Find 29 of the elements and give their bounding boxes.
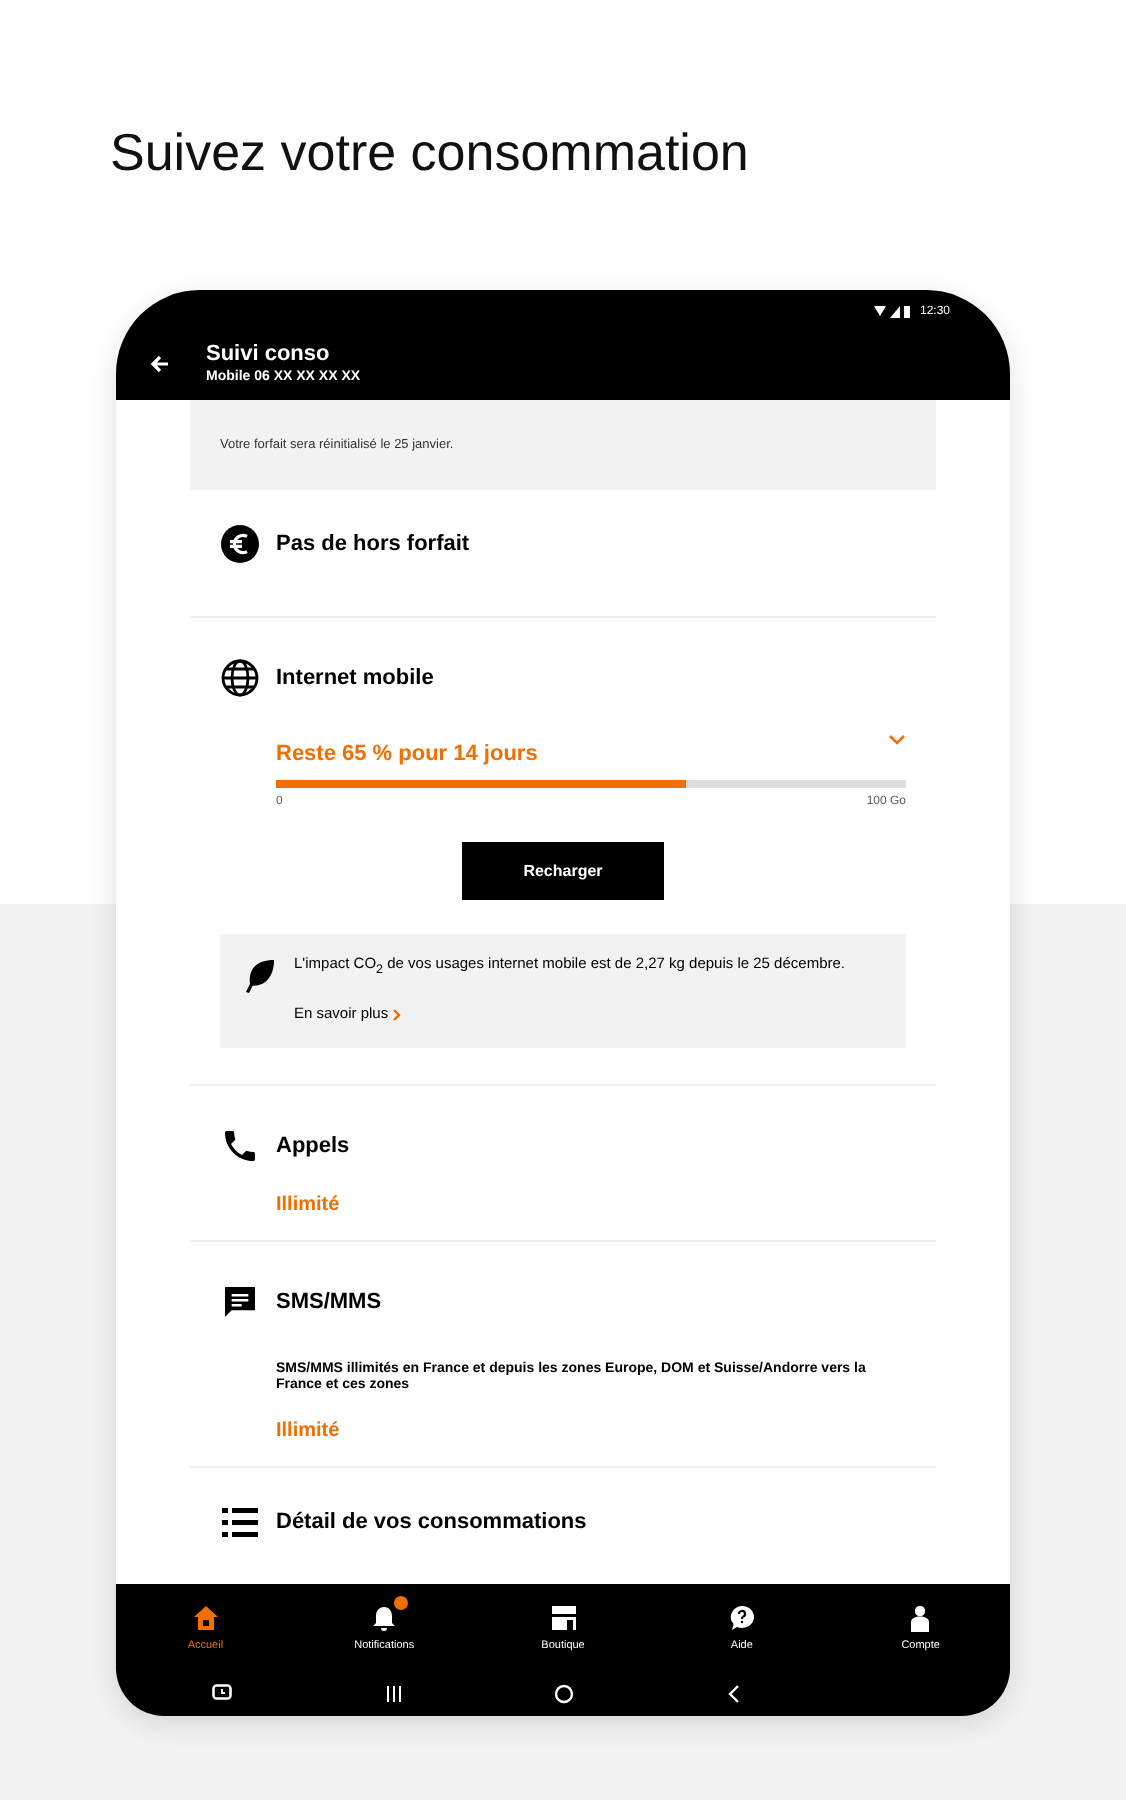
chevron-right-icon bbox=[392, 1007, 403, 1021]
section-title: Détail de vos consommations bbox=[276, 1509, 587, 1533]
section-title: Internet mobile bbox=[276, 666, 434, 690]
person-icon bbox=[906, 1603, 935, 1631]
page-headline: Suivez votre consommation bbox=[110, 120, 749, 184]
home-icon bbox=[191, 1603, 220, 1631]
screen-icon[interactable] bbox=[212, 1684, 233, 1702]
help-icon bbox=[727, 1603, 756, 1631]
section-title: Pas de hors forfait bbox=[276, 532, 470, 556]
recent-apps-icon[interactable] bbox=[385, 1685, 402, 1701]
status-text: Illimité bbox=[276, 1419, 340, 1441]
chevron-down-icon[interactable] bbox=[888, 734, 906, 746]
back-arrow-icon[interactable] bbox=[150, 353, 170, 373]
globe-icon bbox=[220, 658, 260, 698]
screen-title: Suivi conso bbox=[206, 342, 332, 366]
home-circle-icon[interactable] bbox=[554, 1683, 575, 1703]
signal-status-icons bbox=[873, 305, 914, 317]
message-icon bbox=[220, 1281, 260, 1321]
status-text: Illimité bbox=[276, 1193, 340, 1215]
shop-icon bbox=[549, 1603, 578, 1631]
phone-icon bbox=[220, 1125, 260, 1165]
back-icon[interactable] bbox=[728, 1683, 741, 1703]
bell-icon bbox=[370, 1603, 399, 1631]
euro-icon bbox=[220, 524, 260, 564]
section-title: SMS/MMS bbox=[276, 1289, 382, 1313]
leaf-icon bbox=[244, 958, 276, 994]
recharge-button[interactable]: Recharger bbox=[462, 842, 664, 900]
remaining-data-text: Reste 65 % pour 14 jours bbox=[276, 742, 538, 766]
section-title: Appels bbox=[276, 1133, 350, 1157]
